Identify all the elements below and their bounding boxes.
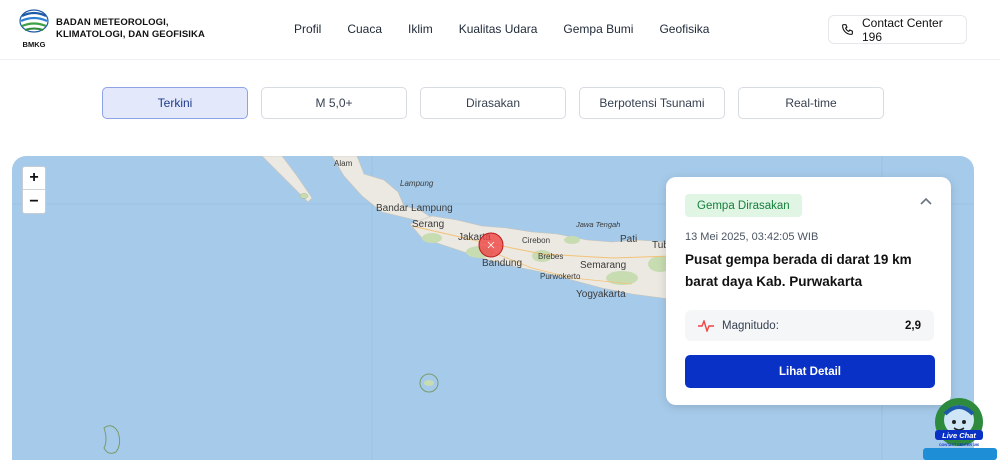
brand-line-1: BADAN METEOROLOGI, — [56, 17, 169, 28]
view-detail-button[interactable]: Lihat Detail — [685, 355, 935, 388]
map-label-cirebon: Cirebon — [522, 236, 550, 245]
brand-name: BADAN METEOROLOGI, KLIMATOLOGI, DAN GEOF… — [56, 17, 205, 41]
nav-kualitas-udara[interactable]: Kualitas Udara — [459, 22, 538, 36]
contact-center-button[interactable]: Contact Center 196 — [828, 15, 967, 44]
event-datetime: 13 Mei 2025, 03:42:05 WIB — [685, 231, 819, 243]
bmkg-logo-icon[interactable]: BMKG — [18, 8, 50, 50]
tab-real-time[interactable]: Real-time — [738, 87, 884, 119]
tab-berpotensi-tsunami[interactable]: Berpotensi Tsunami — [579, 87, 725, 119]
nav-profil[interactable]: Profil — [294, 22, 321, 36]
live-chat-subtitle: CONTACT CENTER 196 — [939, 443, 979, 447]
contact-center-label: Contact Center 196 — [862, 15, 943, 44]
nav-gempa-bumi[interactable]: Gempa Bumi — [563, 22, 633, 36]
felt-earthquake-badge: Gempa Dirasakan — [685, 194, 802, 217]
live-chat-widget[interactable]: Live Chat CONTACT CENTER 196 — [921, 396, 997, 460]
map-zoom-control: + − — [22, 166, 46, 214]
zoom-in-button[interactable]: + — [23, 167, 45, 190]
map-label-jawa-tengah: Jawa Tengah — [575, 220, 620, 229]
chevron-up-icon[interactable] — [919, 196, 933, 206]
magnitude-row: Magnitudo: 2,9 — [685, 310, 934, 341]
earthquake-filter-tabs: Terkini M 5,0+ Dirasakan Berpotensi Tsun… — [102, 87, 884, 119]
nav-cuaca[interactable]: Cuaca — [347, 22, 382, 36]
map-label-purwokerto: Purwokerto — [540, 272, 581, 281]
event-headline: Pusat gempa berada di darat 19 km barat … — [685, 252, 912, 289]
main-nav: Profil Cuaca Iklim Kualitas Udara Gempa … — [294, 22, 735, 36]
map-label-yogyakarta: Yogyakarta — [576, 289, 626, 300]
zoom-out-button[interactable]: − — [23, 190, 45, 213]
live-chat-title: Live Chat — [942, 431, 976, 440]
nav-geofisika[interactable]: Geofisika — [659, 22, 709, 36]
map-label-lampung: Lampung — [400, 179, 434, 188]
map-label-brebes: Brebes — [538, 252, 563, 261]
map-label-bandar-lampung: Bandar Lampung — [376, 203, 453, 214]
site-header: BMKG BADAN METEOROLOGI, KLIMATOLOGI, DAN… — [0, 0, 1000, 60]
map-label-alam: Alam — [334, 159, 353, 168]
nav-iklim[interactable]: Iklim — [408, 22, 433, 36]
pulse-icon — [698, 319, 714, 332]
earthquake-info-card: Gempa Dirasakan 13 Mei 2025, 03:42:05 WI… — [666, 177, 951, 405]
phone-icon — [842, 24, 853, 35]
tab-dirasakan[interactable]: Dirasakan — [420, 87, 566, 119]
map-label-semarang: Semarang — [580, 260, 626, 271]
tab-m5[interactable]: M 5,0+ — [261, 87, 407, 119]
map-label-bandung: Bandung — [482, 258, 522, 269]
magnitude-label: Magnitudo: — [722, 319, 779, 332]
brand-line-2: KLIMATOLOGI, DAN GEOFISIKA — [56, 29, 205, 40]
map-label-serang: Serang — [412, 219, 444, 230]
logo-text: BMKG — [23, 40, 46, 49]
tab-terkini[interactable]: Terkini — [102, 87, 248, 119]
magnitude-value: 2,9 — [905, 319, 921, 332]
map-label-pati: Pati — [620, 234, 637, 245]
